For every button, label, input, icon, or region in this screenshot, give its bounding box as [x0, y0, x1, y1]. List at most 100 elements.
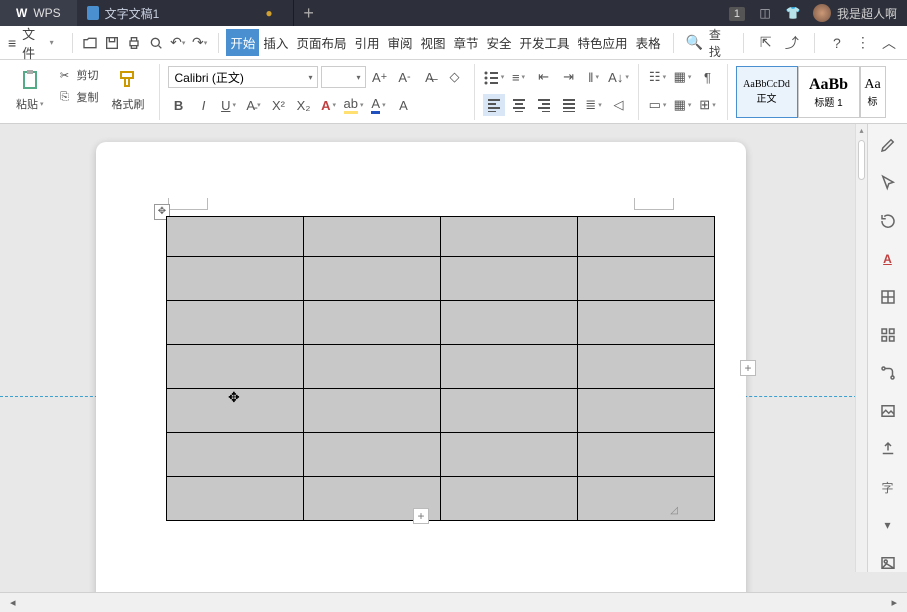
decrease-indent-button[interactable]: ⇤ [533, 66, 555, 88]
tab-home[interactable]: 开始 [226, 29, 259, 56]
app-menu-button[interactable]: W WPS [0, 0, 77, 26]
tab-page-layout[interactable]: 页面布局 [292, 29, 350, 56]
save-icon[interactable] [102, 32, 122, 54]
bold-button[interactable]: B [168, 94, 190, 116]
subscript-button[interactable]: X₂ [293, 94, 315, 116]
help-icon[interactable]: ? [827, 32, 847, 54]
style-heading2[interactable]: Aa 标 [860, 66, 886, 118]
print-icon[interactable] [124, 32, 144, 54]
scroll-up-icon[interactable]: ▴ [856, 126, 867, 135]
table-icon[interactable] [877, 288, 899, 306]
shading-button[interactable]: ▦▾ [672, 66, 694, 88]
align-left-button[interactable] [483, 94, 505, 116]
share-box-icon[interactable]: ⇱ [756, 32, 776, 54]
skin-icon[interactable]: ◫ [751, 6, 779, 20]
user-avatar[interactable] [813, 4, 831, 22]
numbering-button[interactable]: ≡▾ [508, 66, 530, 88]
font-size-combo[interactable]: ▾ [321, 66, 366, 88]
character-shading-button[interactable]: A [393, 94, 415, 116]
text-direction-button[interactable]: ☷▾ [647, 66, 669, 88]
tab-insert[interactable]: 插入 [259, 29, 292, 56]
show-marks-button[interactable]: ¶ [697, 66, 719, 88]
export-box-icon[interactable]: ⤴ [782, 32, 802, 54]
document-table[interactable] [166, 216, 715, 521]
font-family-combo[interactable]: Calibri (正文) ▾ [168, 66, 318, 88]
line-spacing-button[interactable]: ‖▾ [583, 66, 605, 88]
align-right-button[interactable] [533, 94, 555, 116]
borders-button[interactable]: ▭▾ [647, 94, 669, 116]
tab-references[interactable]: 引用 [350, 29, 383, 56]
superscript-button[interactable]: X² [268, 94, 290, 116]
document-tab[interactable]: 文字文稿1 ● [77, 0, 294, 26]
print-preview-icon[interactable] [146, 32, 166, 54]
pencil-icon[interactable] [877, 136, 899, 154]
highlight-button[interactable]: ab▾ [343, 94, 365, 116]
cell-fill-button[interactable]: ▦▾ [672, 94, 694, 116]
image-icon[interactable] [877, 402, 899, 420]
italic-button[interactable]: I [193, 94, 215, 116]
text-effects-button[interactable]: A▾ [318, 94, 340, 116]
file-menu[interactable]: 文件 [22, 24, 45, 62]
add-row-button[interactable]: + [413, 508, 429, 524]
translate-icon[interactable]: 字 [877, 478, 899, 496]
font-color-button[interactable]: A▾ [368, 94, 390, 116]
add-column-button[interactable]: + [740, 360, 756, 376]
tshirt-icon[interactable]: 👕 [779, 6, 807, 20]
tab-review[interactable]: 审阅 [383, 29, 416, 56]
search-button[interactable]: 查找 [709, 26, 731, 60]
apps-icon[interactable] [877, 326, 899, 344]
undo-icon[interactable]: ↶▾ [168, 32, 188, 54]
copy-button[interactable]: ⎘复制 [53, 88, 103, 106]
align-center-button[interactable] [508, 94, 530, 116]
open-icon[interactable] [81, 32, 101, 54]
user-name[interactable]: 我是超人啊 [837, 5, 907, 22]
underline-button[interactable]: U▾ [218, 94, 240, 116]
table-row [167, 257, 715, 301]
vertical-scrollbar[interactable]: ▴ [855, 124, 867, 572]
tabs-button[interactable]: ⊞▾ [697, 94, 719, 116]
shrink-font-button[interactable]: A- [394, 66, 416, 88]
tab-special[interactable]: 特色应用 [574, 29, 632, 56]
document-canvas[interactable]: ✥ + + ◿ ✥ ▴ A 字 ▾ [0, 124, 907, 592]
indent-left-button[interactable]: ◁ [608, 94, 630, 116]
sort-button[interactable]: A↓▾ [608, 66, 630, 88]
paste-button[interactable]: 粘贴▾ [10, 66, 50, 114]
grow-font-button[interactable]: A+ [369, 66, 391, 88]
style-heading1[interactable]: AaBb 标题 1 [798, 66, 860, 118]
picture-icon[interactable] [877, 554, 899, 572]
clear-formatting-button[interactable]: A̶ [419, 66, 441, 88]
increase-indent-button[interactable]: ⇥ [558, 66, 580, 88]
notification-badge[interactable]: 1 [723, 6, 751, 20]
tab-table-tools[interactable]: 表格 [632, 29, 665, 56]
more-icon[interactable]: ⋮ [853, 32, 873, 54]
hamburger-icon[interactable]: ≡ [8, 35, 16, 51]
collapse-ribbon-icon[interactable]: ︿ [879, 32, 899, 54]
bullets-button[interactable]: ▾ [483, 66, 505, 88]
new-tab-button[interactable]: + [294, 3, 324, 24]
style-body[interactable]: AaBbCcDd 正文 [736, 66, 798, 118]
redo-icon[interactable]: ↷▾ [190, 32, 210, 54]
cut-button[interactable]: ✂剪切 [53, 66, 103, 84]
file-dropdown-icon[interactable]: ▾ [50, 38, 54, 47]
page-nav-right-icon[interactable]: ▸ [891, 596, 897, 609]
eraser-icon[interactable]: ◇ [444, 66, 466, 88]
format-painter-button[interactable]: 格式刷 [106, 66, 151, 114]
justify-button[interactable] [558, 94, 580, 116]
margin-marker-right [634, 198, 674, 210]
scroll-thumb[interactable] [858, 140, 865, 180]
share-icon[interactable] [877, 440, 899, 458]
table-resize-handle[interactable]: ◿ [670, 505, 678, 516]
tab-developer[interactable]: 开发工具 [516, 29, 574, 56]
tab-security[interactable]: 安全 [483, 29, 516, 56]
text-a-icon[interactable]: A [877, 250, 899, 268]
strikethrough-button[interactable]: A̵▾ [243, 94, 265, 116]
tab-section[interactable]: 章节 [450, 29, 483, 56]
connector-icon[interactable] [877, 364, 899, 382]
page-nav-left-icon[interactable]: ◂ [10, 596, 16, 609]
rotate-icon[interactable] [877, 212, 899, 230]
distribute-button[interactable]: ≣▾ [583, 94, 605, 116]
tab-view[interactable]: 视图 [416, 29, 449, 56]
cursor-icon[interactable] [877, 174, 899, 192]
table-row [167, 433, 715, 477]
chevron-down-icon[interactable]: ▾ [877, 516, 899, 534]
